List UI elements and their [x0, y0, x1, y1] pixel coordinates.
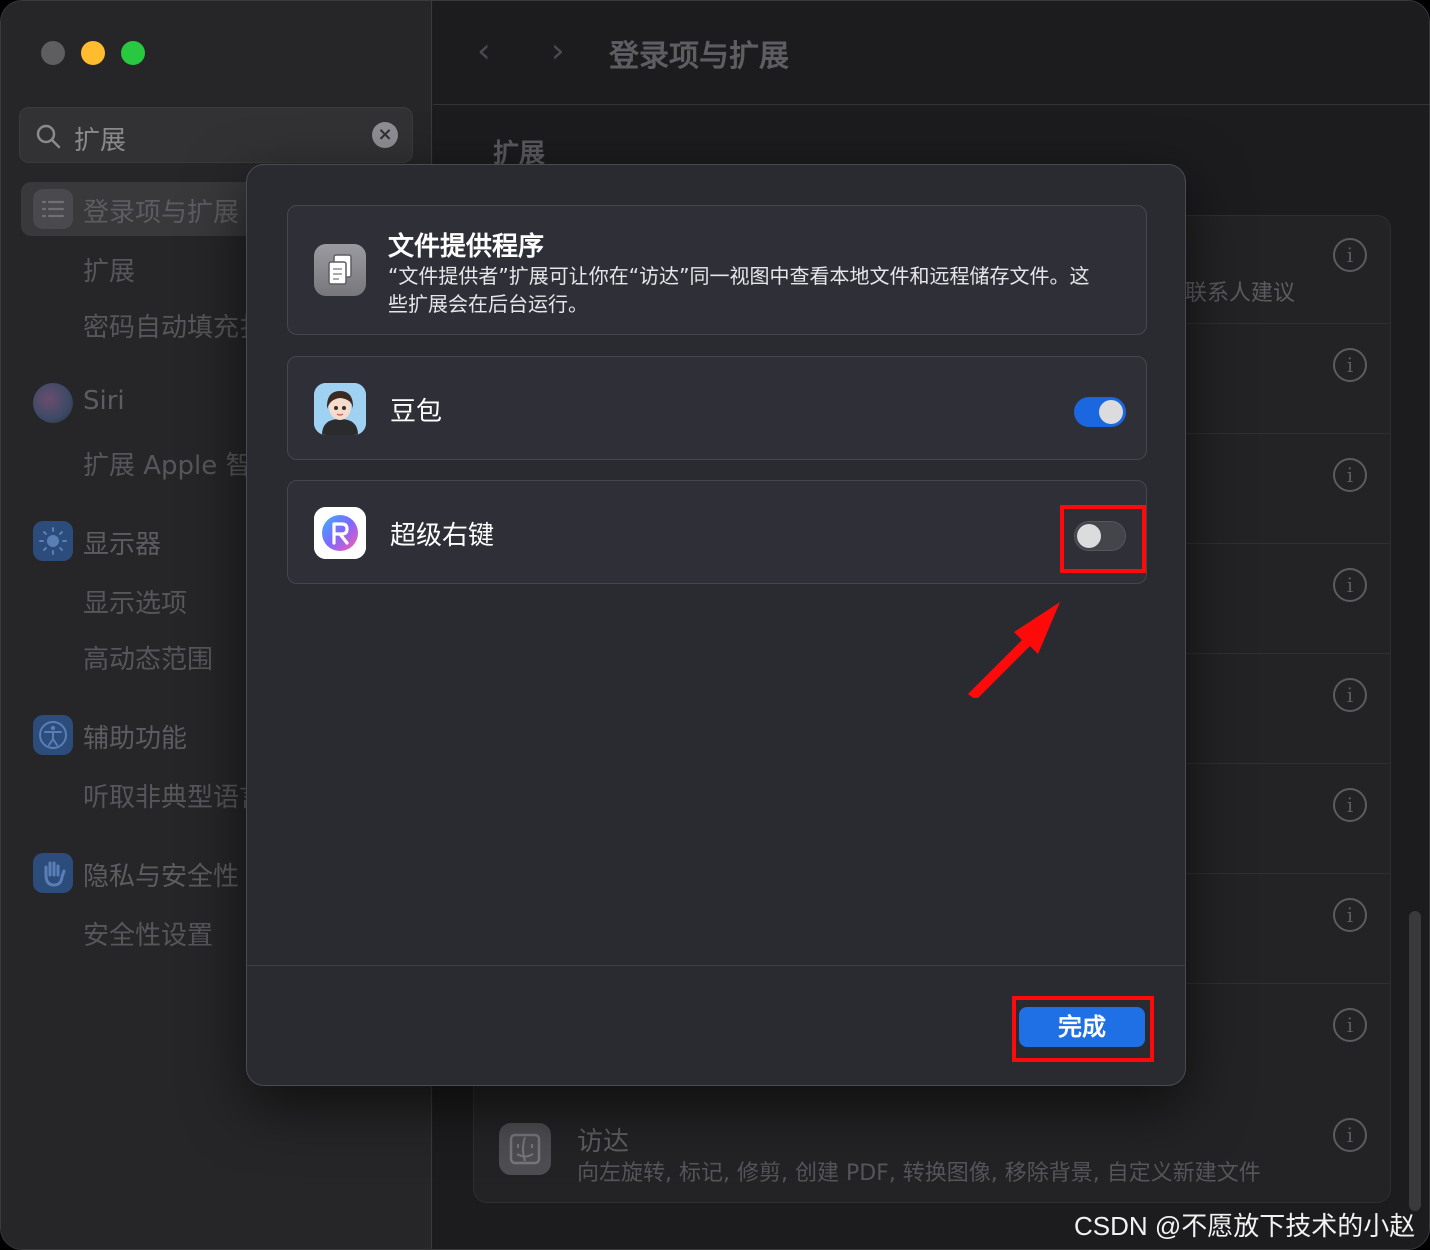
sidebar-item-label: 辅助功能: [83, 724, 188, 754]
toggle-knob: [1099, 400, 1123, 424]
row-divider: [1185, 983, 1391, 984]
sidebar-item-label: Siri: [83, 386, 125, 416]
row-divider: [1185, 323, 1391, 324]
finder-row-title: 访达: [577, 1127, 630, 1157]
close-window-button[interactable]: [41, 41, 65, 65]
toolbar: ‹ › 登录项与扩展: [433, 1, 1429, 105]
sidebar-item-label: 隐私与安全性: [83, 862, 240, 892]
info-icon[interactable]: i: [1333, 1008, 1367, 1042]
toggle-highlight-box: [1060, 505, 1146, 573]
search-field[interactable]: 扩展 ×: [19, 107, 413, 163]
file-provider-title: 文件提供程序: [388, 232, 545, 262]
info-icon[interactable]: i: [1333, 788, 1367, 822]
accessibility-icon: [33, 715, 73, 755]
siri-orb-icon: [33, 383, 73, 423]
forward-button[interactable]: ›: [551, 31, 565, 71]
done-highlight-box: [1012, 996, 1154, 1062]
sidebar-subitem[interactable]: 安全性设置: [83, 915, 213, 952]
finder-icon: [499, 1123, 551, 1175]
close-circle-icon[interactable]: ×: [372, 122, 398, 148]
hand-icon: [33, 853, 73, 893]
info-icon[interactable]: i: [1333, 898, 1367, 932]
documents-icon: [314, 244, 366, 296]
sidebar-item-label: 登录项与扩展: [83, 198, 240, 228]
sun-icon: [33, 521, 73, 561]
finder-row-description: 向左旋转, 标记, 修剪, 创建 PDF, 转换图像, 移除背景, 自定义新建文…: [577, 1161, 1261, 1186]
extension-name: 超级右键: [390, 521, 495, 551]
sidebar-subitem[interactable]: 显示选项: [83, 583, 187, 620]
info-icon[interactable]: i: [1333, 458, 1367, 492]
arrow-icon: [968, 602, 1060, 698]
sidebar-subitem[interactable]: 高动态范围: [83, 639, 213, 676]
info-icon[interactable]: i: [1333, 1118, 1367, 1152]
extension-name: 豆包: [390, 397, 443, 427]
sidebar-subitem[interactable]: 密码自动填充扌: [83, 307, 265, 344]
page-title: 登录项与扩展: [609, 39, 789, 74]
extension-row-super-right-click: 超级右键: [287, 480, 1147, 584]
super-right-click-icon: [314, 507, 366, 559]
row-divider: [1185, 543, 1391, 544]
info-icon[interactable]: i: [1333, 348, 1367, 382]
info-icon[interactable]: i: [1333, 678, 1367, 712]
doubao-avatar-icon: [314, 383, 366, 435]
row-divider: [1185, 763, 1391, 764]
file-provider-description: “文件提供者”扩展可让你在“访达”同一视图中查看本地文件和远程储存文件。这些扩展…: [388, 264, 1090, 316]
footer-divider: [247, 965, 1185, 966]
maximize-window-button[interactable]: [121, 41, 145, 65]
search-input[interactable]: 扩展: [74, 120, 126, 157]
file-provider-info-card: 文件提供程序 “文件提供者”扩展可让你在“访达”同一视图中查看本地文件和远程储存…: [287, 205, 1147, 335]
minimize-window-button[interactable]: [81, 41, 105, 65]
row-divider: [1185, 653, 1391, 654]
row-description: 联系人建议: [1185, 281, 1296, 306]
sidebar-subitem[interactable]: 听取非典型语言: [83, 777, 265, 814]
watermark: CSDN @不愿放下技术的小赵: [1074, 1211, 1416, 1241]
extension-row-doubao: 豆包: [287, 356, 1147, 460]
sidebar-subitem[interactable]: 扩展: [83, 251, 135, 288]
magnifier-icon: [36, 124, 61, 149]
sidebar-item-label: 显示器: [83, 530, 162, 560]
info-icon[interactable]: i: [1333, 238, 1367, 272]
list-icon: [33, 189, 73, 229]
row-divider: [1185, 873, 1391, 874]
doubao-toggle[interactable]: [1074, 397, 1126, 427]
scrollbar[interactable]: [1409, 911, 1421, 1211]
info-icon[interactable]: i: [1333, 568, 1367, 602]
back-button[interactable]: ‹: [477, 31, 491, 71]
row-divider: [1185, 433, 1391, 434]
